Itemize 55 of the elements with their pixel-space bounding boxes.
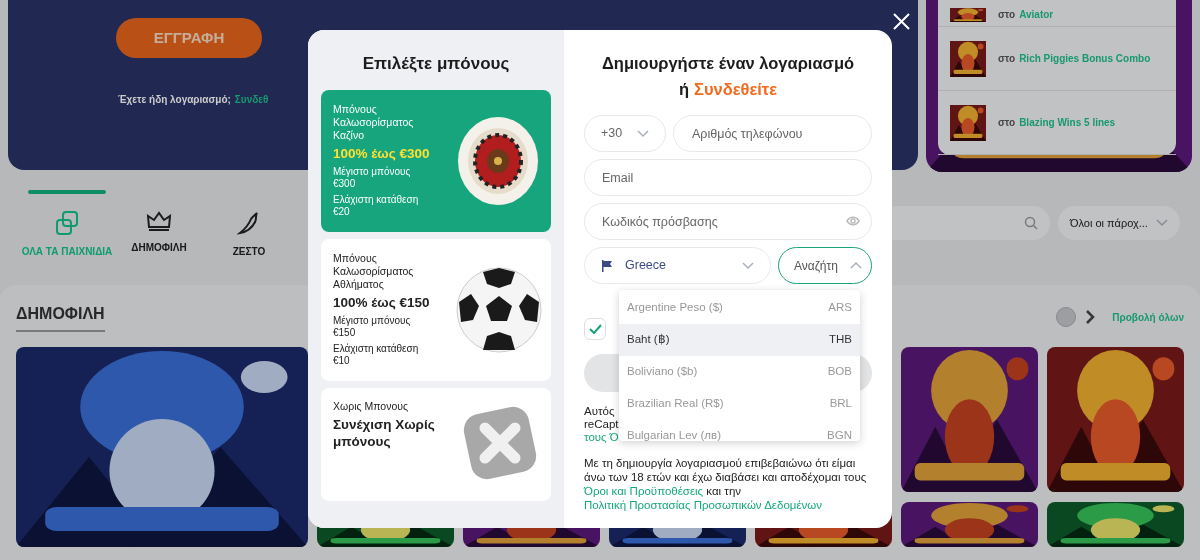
bonus-label: Μπόνους Καλωσορίσματος Αθλήματος — [333, 251, 415, 291]
view-all-link[interactable]: Προβολή όλων — [1112, 309, 1184, 325]
agree-checkbox[interactable] — [584, 318, 606, 340]
hero-note: Έχετε ήδη λογαριασμό; — [118, 93, 231, 107]
chevron-icon — [850, 261, 862, 269]
dice-icon — [54, 210, 80, 236]
terms-text: Με τη δημιουργία λογαριασμού επιβεβαιώνω ότι είμαι άνω των 18 ετών και έχω διαβάσει και αποδέχομαι τους Όροι και Προϋποθέσεις και την Πολιτική Προστασίας Προσωπικών Δεδομένων — [584, 456, 868, 512]
provider-select[interactable]: Όλοι οι πάροχ... — [1058, 206, 1180, 240]
prev-button[interactable] — [1056, 307, 1077, 327]
login-link[interactable]: Συνδεθείτε — [694, 76, 778, 102]
flag-icon — [601, 259, 613, 272]
login-link[interactable]: Συνδεθ — [234, 92, 269, 107]
bonus-card[interactable]: Μπόνους Καλωσορίσματος Αθλήματος 100% έως €150 Μέγιστο μπόνους €150 Ελάχιστη κατάθεση €10 — [321, 238, 551, 381]
register-button[interactable]: ΕΓΓΡΑΦΗ — [116, 18, 262, 58]
bonus-label: Μπόνους Καλωσορίσματος Καζίνο — [333, 102, 415, 142]
chili-icon — [237, 210, 261, 236]
close-icon[interactable] — [893, 13, 910, 30]
bonus-card[interactable]: Χωρις Μπονους Συνέχιση Χωρίς μπόνους — [321, 387, 551, 501]
recaptcha-text: τους Ό — [584, 431, 620, 444]
bonus-detail: Μέγιστο μπόνους €300 — [333, 165, 412, 191]
bonus-title: Επιλέξτε μπόνους — [362, 53, 510, 75]
currency-option[interactable]: Argentine Peso ($) ARS — [619, 292, 860, 324]
currency-option[interactable]: Baht (฿) THB — [619, 324, 860, 356]
chevron-icon — [637, 129, 649, 138]
currency-option[interactable]: Bulgarian Lev (лв) BGN — [619, 420, 860, 441]
chevron-icon — [742, 261, 754, 270]
recaptcha-text: Αυτός — [584, 405, 616, 418]
password-field[interactable]: Κωδικός πρόσβασης — [584, 203, 872, 240]
currency-search-field[interactable]: Αναζήτη — [778, 247, 872, 284]
currency-option[interactable]: Boliviano ($b) BOB — [619, 356, 860, 388]
currency-option[interactable]: Brazilian Real (R$) BRL — [619, 388, 860, 420]
eye-icon[interactable] — [846, 216, 860, 226]
bonus-headline: Συνέχιση Χωρίς μπόνους — [333, 415, 436, 450]
recaptcha-text: reCapt — [584, 418, 620, 431]
or-text: ή — [678, 79, 689, 100]
category-tab[interactable]: ΟΛΑ ΤΑ ΠΑΙΧΝΙΔΙΑ — [20, 190, 114, 259]
search-icon — [1024, 216, 1038, 230]
privacy-link[interactable]: Πολιτική Προστασίας Προσωπικών Δεδομένων — [584, 499, 822, 511]
category-tab[interactable]: ΔΗΜΟΦΙΛΗ — [114, 190, 204, 255]
section-title: ΔΗΜΟΦΙΛΗ — [16, 302, 105, 332]
terms-link[interactable]: Όροι και Προϋποθέσεις — [584, 485, 704, 497]
checkmark-icon — [588, 324, 602, 334]
bonus-detail: Ελάχιστη κατάθεση €10 — [333, 342, 420, 368]
bonus-card[interactable]: Μπόνους Καλωσορίσματος Καζίνο 100% έως €300 Μέγιστο μπόνους €300 Ελάχιστη κατάθεση €20 — [321, 89, 551, 232]
bonus-detail: Ελάχιστη κατάθεση €20 — [333, 193, 420, 219]
bonus-label: Χωρις Μπονους — [333, 399, 410, 413]
crown-icon — [146, 210, 172, 232]
dialog-title: Δημιουργήστε έναν λογαριασμό — [601, 53, 855, 74]
bonus-detail: Μέγιστο μπόνους €150 — [333, 314, 412, 340]
bonus-headline: 100% έως €300 — [333, 144, 431, 162]
email-field[interactable]: Email — [584, 159, 872, 196]
bonus-headline: 100% έως €150 — [333, 293, 431, 311]
category-tab[interactable]: ΖΕΣΤΟ — [204, 190, 294, 259]
chevron-icon — [1156, 219, 1168, 227]
phone-field[interactable]: Αριθμός τηλεφώνου — [673, 115, 872, 152]
